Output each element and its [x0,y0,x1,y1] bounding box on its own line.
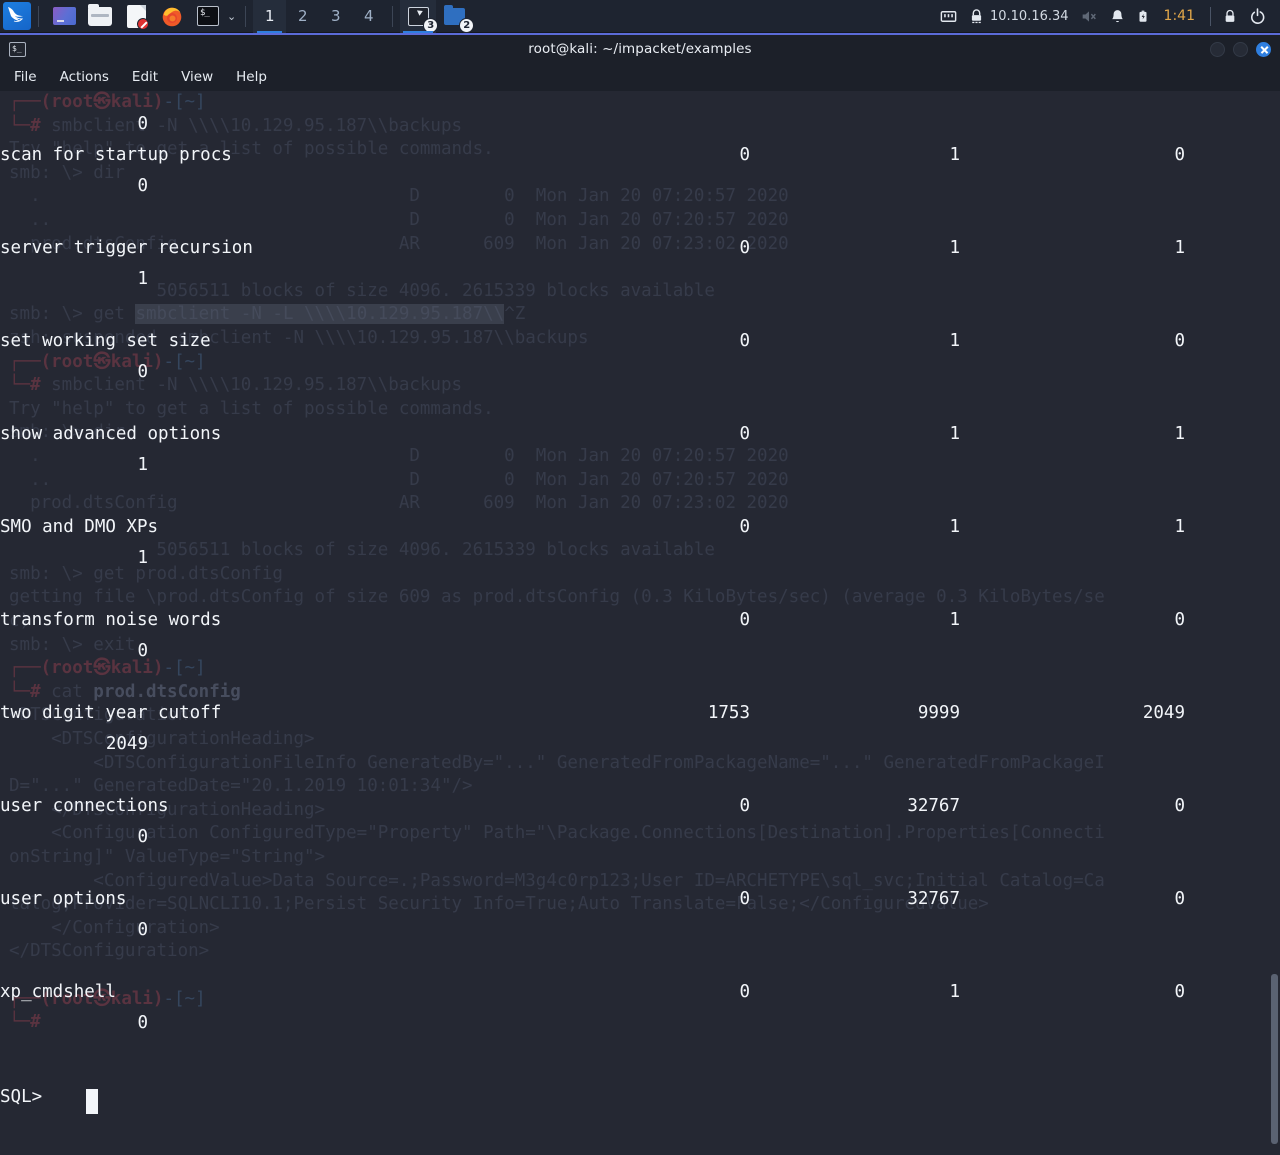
config-config-value: 0 [1174,331,1185,351]
config-run-value: 0 [137,362,148,382]
clock[interactable]: 1:41 [1164,8,1195,24]
config-run-value: 0 [137,114,148,134]
window-titlebar[interactable]: $_ root@kali: ~/impacket/examples [0,35,1280,63]
divider [1210,6,1211,26]
workspace-2[interactable]: 2 [286,0,319,33]
lock-glyph [1225,9,1235,22]
menu-actions[interactable]: Actions [60,69,109,85]
sql-prompt: SQL> [0,1087,43,1107]
close-button[interactable] [1256,41,1271,57]
workspace-1[interactable]: 1 [253,0,287,33]
config-config-value: 0 [1174,982,1185,1002]
config-config-value: 2049 [1142,703,1185,723]
battery-glyph [1139,10,1147,22]
config-config-value: 1 [1174,424,1185,444]
firefox-icon[interactable] [157,1,187,31]
network-glyph [940,10,957,22]
config-config-value: 0 [1174,610,1185,630]
menu-file[interactable]: File [14,69,37,85]
config-run-value: 0 [137,827,148,847]
config-row: user options 0 32767 0 0 [0,888,1280,981]
config-row: server trigger recursion 0 1 1 1 [0,237,1280,330]
config-row: show advanced options 0 1 1 1 [0,423,1280,516]
terminal-scrollbar[interactable] [1269,91,1280,1155]
vpn-ip-address: 10.10.16.34 [989,8,1069,24]
chevron-down-icon[interactable]: ⌄ [227,10,236,23]
text-editor-icon[interactable] [121,1,151,31]
vpn-lock-icon[interactable]: 10.10.16.34 [968,0,1069,33]
sql-prompt-line: SQL> [0,1086,42,1110]
config-run-value: 1 [137,548,148,568]
menu-help[interactable]: Help [236,69,267,85]
config-run-value: 0 [137,641,148,661]
config-run-value: 0 [137,176,148,196]
config-row: two digit year cutoff 1753 9999 2049 2049 [0,702,1280,795]
config-run-value: 1 [137,269,148,289]
scrollbar-thumb[interactable] [1271,974,1278,1145]
terminal-window: $_ root@kali: ~/impacket/examples File A… [0,33,1280,1155]
config-row: set working set size 0 1 0 0 [0,330,1280,423]
logout-icon[interactable] [1248,0,1267,33]
menu-view[interactable]: View [181,69,213,85]
menubar: File Actions Edit View Help [0,63,1280,91]
terminal-icon[interactable]: $_ [193,1,223,31]
lock-icon[interactable] [1222,0,1238,33]
taskbar: $_ ⌄ 1 2 3 4 3 2 10.10.16.34 1:41 [0,0,1280,33]
config-config-value: 1 [1174,517,1185,537]
config-run-value: 1 [137,455,148,475]
menu-edit[interactable]: Edit [132,69,158,85]
workspace-3[interactable]: 3 [319,0,352,33]
config-run-value: 0 [137,1013,148,1033]
config-row: user connections 0 32767 0 0 [0,795,1280,888]
config-row: xp_cmdshell 0 1 0 0 [0,981,1280,1074]
task-files-badge: 2 [459,17,475,33]
taskbar-launchers: $_ ⌄ 1 2 3 4 3 2 [0,0,475,33]
divider [392,5,394,27]
firefox-glyph [162,7,182,27]
volume-muted-glyph [1082,10,1096,22]
window-title: root@kali: ~/impacket/examples [528,41,752,57]
config-run-value: 2049 [105,734,148,754]
divider [245,5,247,27]
bell-icon[interactable] [1109,0,1126,33]
network-icon[interactable] [939,0,958,33]
config-row: transform noise words 0 1 0 0 [0,609,1280,702]
folder-icon[interactable] [85,1,115,31]
config-row: scan for startup procs 0 1 0 0 [0,144,1280,237]
terminal-screen[interactable]: ┌──(root㉿kali)-[~] └─# smbclient -N \\\\… [0,91,1280,1155]
battery-icon[interactable] [1136,0,1150,33]
terminal-output-layer: 0 scan for startup procs 0 1 0 0 server trigge… [0,91,1280,1155]
config-config-value: 0 [1174,145,1185,165]
vpn-lock-glyph [971,8,982,23]
config-config-value: 0 [1174,889,1185,909]
config-config-value: 0 [1174,796,1185,816]
config-config-value: 1 [1174,238,1185,258]
workspace-4[interactable]: 4 [352,0,385,33]
config-row: SMO and DMO XPs 0 1 1 1 [0,516,1280,609]
logout-glyph [1250,7,1265,24]
task-files[interactable]: 2 [436,0,475,33]
volume-muted-icon[interactable] [1079,0,1099,33]
config-run-value: 0 [137,920,148,940]
text-cursor [86,1089,98,1114]
kali-dragon-glyph [8,7,24,22]
kali-menu-icon[interactable] [3,2,31,30]
bell-glyph [1111,9,1123,22]
divider [38,5,39,27]
system-tray: 10.10.16.34 1:41 [934,0,1280,33]
files-app-icon[interactable] [49,1,79,31]
task-terminal[interactable]: 3 [400,0,439,33]
